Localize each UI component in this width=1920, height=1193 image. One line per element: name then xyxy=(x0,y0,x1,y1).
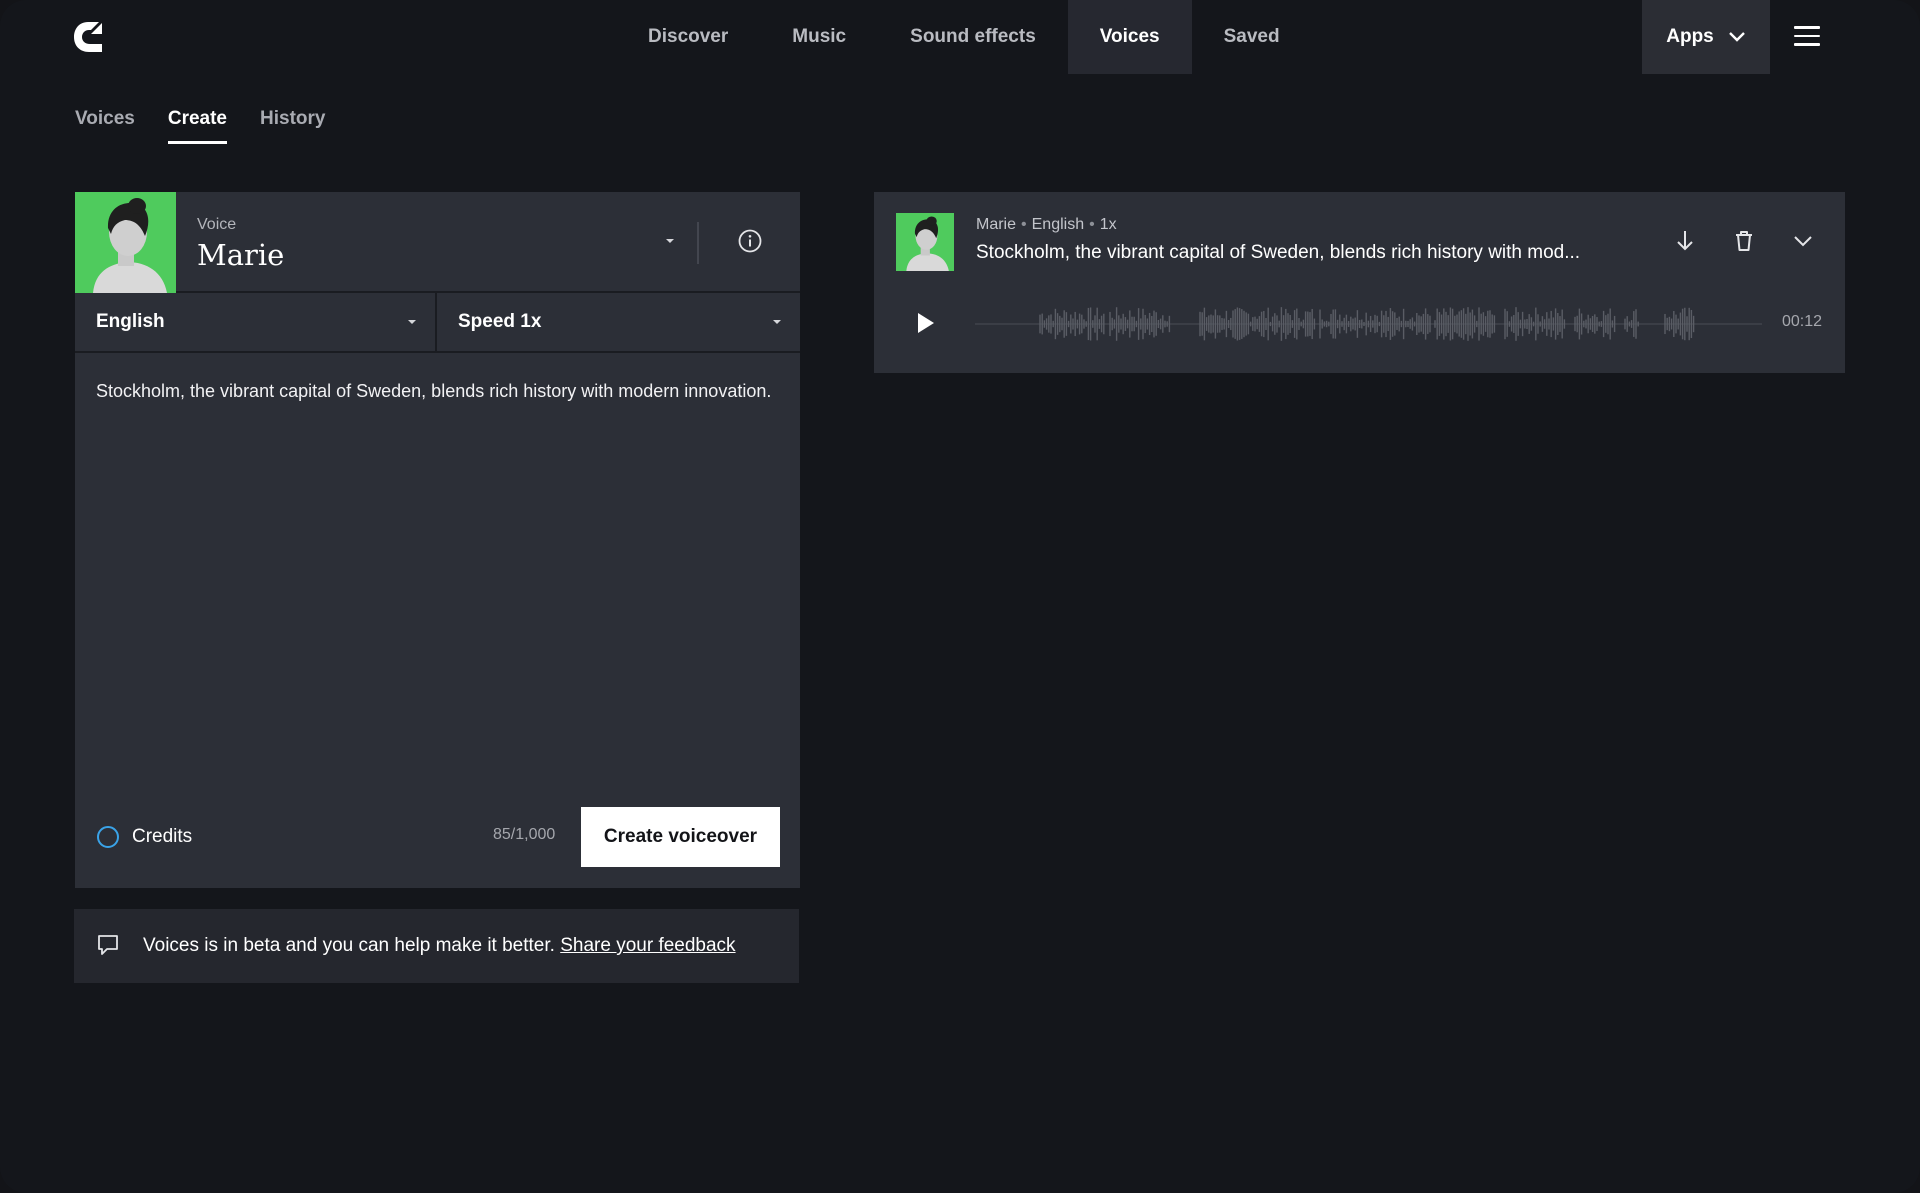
nav-music[interactable]: Music xyxy=(760,0,878,74)
audio-duration: 00:12 xyxy=(1782,313,1823,330)
download-icon[interactable] xyxy=(1672,228,1698,254)
voice-caption: Voice xyxy=(197,216,237,233)
voice-avatar xyxy=(75,192,176,293)
meta-separator: • xyxy=(1021,216,1027,233)
main-nav: Discover Music Sound effects Voices Save… xyxy=(616,0,1312,74)
language-select[interactable]: English xyxy=(75,293,437,351)
info-icon[interactable] xyxy=(737,228,763,254)
voice-selector[interactable]: Voice Marie xyxy=(75,192,800,293)
brand-logo-icon[interactable] xyxy=(72,20,104,54)
language-value: English xyxy=(96,311,165,332)
speed-select[interactable]: Speed 1x xyxy=(437,293,800,351)
credits-label: Credits xyxy=(132,826,193,847)
trash-icon[interactable] xyxy=(1731,228,1757,254)
caret-down-icon xyxy=(773,320,781,324)
nav-sound-effects[interactable]: Sound effects xyxy=(878,0,1068,74)
voiceover-editor: Voice Marie English Speed 1x Stockholm, xyxy=(75,192,800,888)
divider xyxy=(697,222,699,264)
beta-banner: Voices is in beta and you can help make … xyxy=(74,909,799,983)
hamburger-menu-icon[interactable] xyxy=(1794,26,1820,48)
tab-create[interactable]: Create xyxy=(167,108,228,144)
result-title: Stockholm, the vibrant capital of Sweden… xyxy=(976,242,1581,263)
apps-button[interactable]: Apps xyxy=(1642,0,1770,74)
beta-message: Voices is in beta and you can help make … xyxy=(143,935,736,957)
credits-ring-icon xyxy=(97,826,119,848)
caret-down-icon[interactable] xyxy=(661,232,679,250)
chevron-down-icon[interactable] xyxy=(1790,228,1816,254)
apps-label: Apps xyxy=(1666,26,1714,47)
meta-language: English xyxy=(1031,216,1085,233)
result-meta: Marie • English • 1x xyxy=(976,216,1117,234)
meta-voice: Marie xyxy=(976,216,1017,233)
tab-history[interactable]: History xyxy=(260,108,325,144)
meta-separator: • xyxy=(1089,216,1095,233)
chevron-down-icon xyxy=(1728,32,1745,42)
create-voiceover-button[interactable]: Create voiceover xyxy=(581,807,780,867)
audio-waveform[interactable] xyxy=(975,302,1762,346)
speed-value: Speed 1x xyxy=(458,311,542,332)
chat-bubble-icon xyxy=(98,935,118,955)
play-icon[interactable] xyxy=(912,310,938,336)
script-textarea[interactable]: Stockholm, the vibrant capital of Sweden… xyxy=(96,375,786,407)
nav-saved[interactable]: Saved xyxy=(1192,0,1312,74)
voice-name: Marie xyxy=(197,238,285,272)
app-window: Discover Music Sound effects Voices Save… xyxy=(0,0,1920,1193)
tab-voices[interactable]: Voices xyxy=(75,108,135,144)
credits-button[interactable]: Credits xyxy=(96,825,192,849)
voices-subtabs: Voices Create History xyxy=(75,108,325,144)
character-counter: 85/1,000 xyxy=(493,826,556,843)
top-navigation: Discover Music Sound effects Voices Save… xyxy=(0,0,1920,74)
voiceover-result-card: Marie • English • 1x Stockholm, the vibrant … xyxy=(874,192,1845,373)
nav-voices[interactable]: Voices xyxy=(1067,0,1192,74)
meta-speed: 1x xyxy=(1099,216,1117,233)
voice-options: English Speed 1x xyxy=(75,293,800,353)
voice-thumbnail xyxy=(896,213,954,271)
share-feedback-link[interactable]: Share your feedback xyxy=(560,935,735,956)
beta-text: Voices is in beta and you can help make … xyxy=(143,935,555,956)
caret-down-icon xyxy=(408,320,416,324)
nav-discover[interactable]: Discover xyxy=(616,0,760,74)
